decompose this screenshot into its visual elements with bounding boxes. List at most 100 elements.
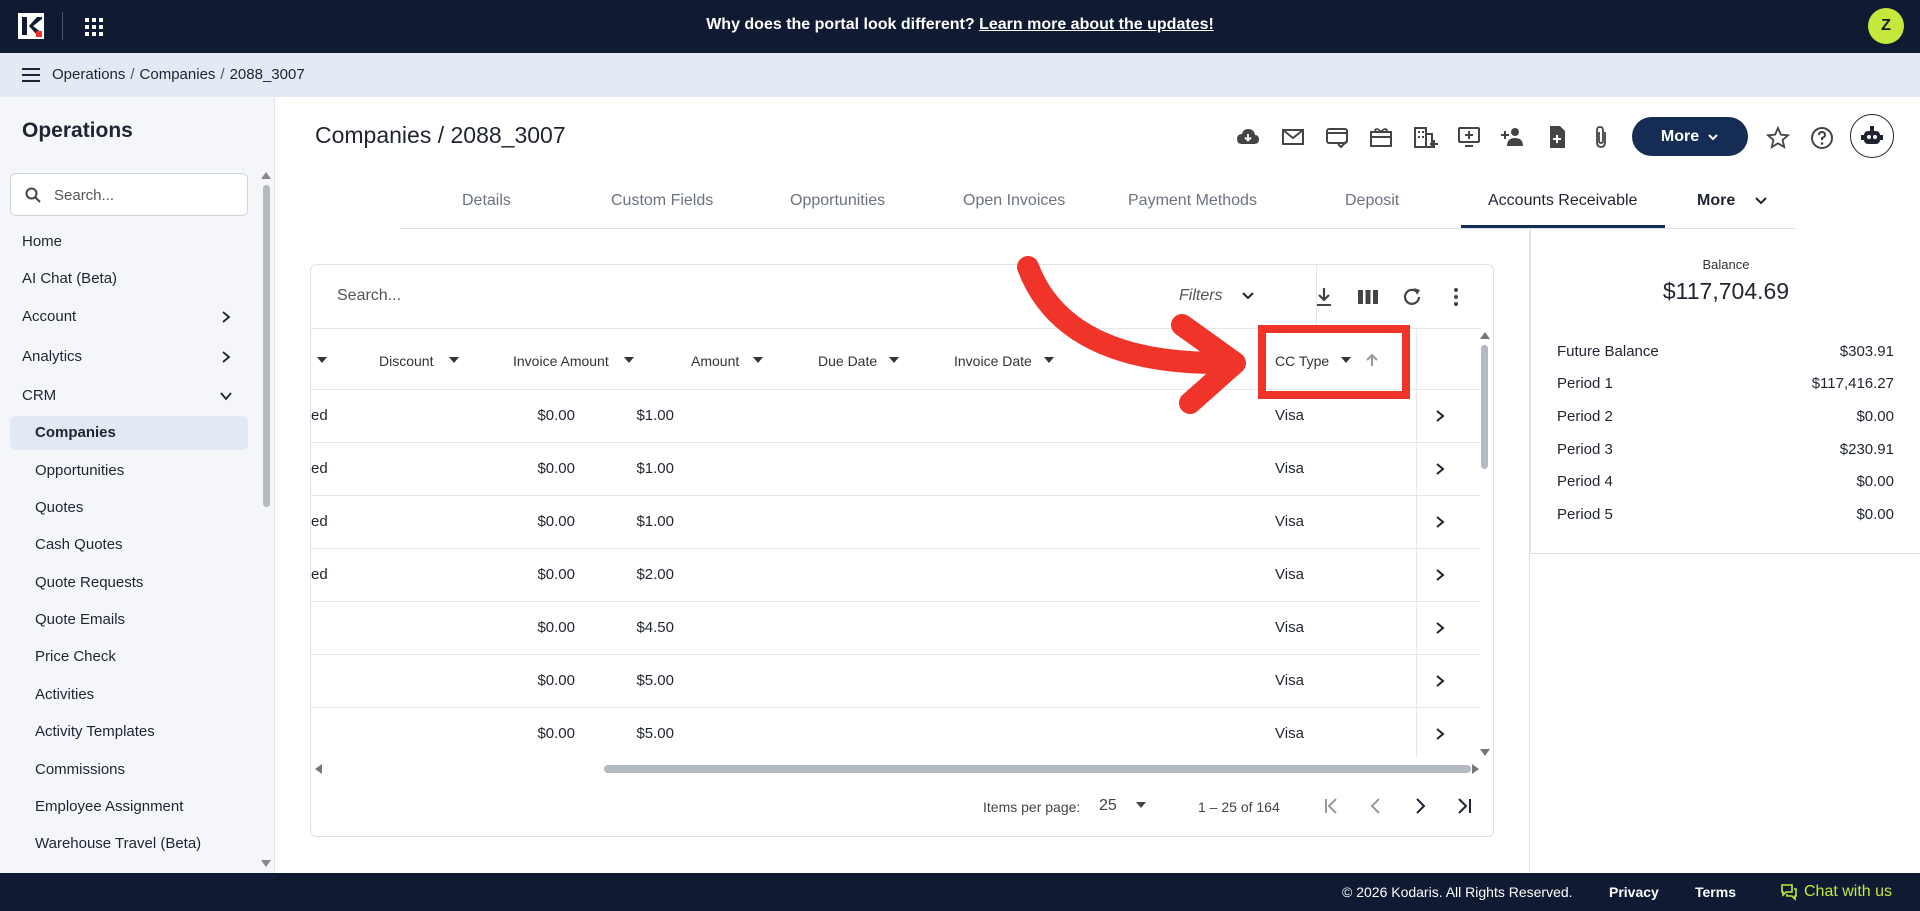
sidebar-item-analytics[interactable]: Analytics <box>22 348 82 365</box>
refresh-icon[interactable] <box>1400 285 1424 309</box>
chevron-right-icon[interactable] <box>1434 409 1446 423</box>
chevron-right-icon[interactable] <box>220 351 232 363</box>
sidebar-item-warehouse-travel[interactable]: Warehouse Travel (Beta) <box>35 835 201 852</box>
chevron-right-icon[interactable] <box>1434 621 1446 635</box>
chevron-down-icon[interactable] <box>220 390 232 402</box>
chevron-right-icon[interactable] <box>1434 515 1446 529</box>
sidebar-item-quote-emails[interactable]: Quote Emails <box>35 611 125 628</box>
chat-with-us-button[interactable]: Chat with us <box>1780 883 1892 901</box>
terms-link[interactable]: Terms <box>1695 884 1736 900</box>
sidebar-item-home[interactable]: Home <box>22 233 62 250</box>
sidebar-item-employee-assignment[interactable]: Employee Assignment <box>35 798 183 815</box>
add-person-icon[interactable] <box>1500 124 1526 150</box>
next-page-icon[interactable] <box>1409 795 1431 817</box>
sidebar-scroll-up-icon[interactable] <box>261 172 271 179</box>
sidebar-item-opportunities[interactable]: Opportunities <box>35 462 124 479</box>
help-icon[interactable] <box>1809 125 1835 151</box>
sidebar-item-activities[interactable]: Activities <box>35 686 94 703</box>
scroll-down-icon[interactable] <box>1480 749 1490 756</box>
scroll-up-icon[interactable] <box>1480 332 1490 339</box>
tab-more[interactable]: More <box>1697 192 1768 210</box>
tabs-bar: Details Custom Fields Opportunities Open… <box>400 187 1795 229</box>
sidebar-item-account[interactable]: Account <box>22 308 76 325</box>
balance-label: Balance <box>1702 257 1750 272</box>
sidebar-item-activity-templates[interactable]: Activity Templates <box>35 723 155 740</box>
star-icon[interactable] <box>1765 125 1791 151</box>
column-header-discount[interactable]: Discount <box>379 353 433 369</box>
breadcrumb-companies[interactable]: Companies <box>140 66 216 83</box>
sort-dropdown-icon[interactable] <box>449 357 459 363</box>
sidebar-scrollbar[interactable] <box>263 185 270 507</box>
table-row[interactable]: $0.00 $5.00 Visa <box>311 655 1481 708</box>
download-icon[interactable] <box>1312 285 1336 309</box>
sort-dropdown-icon[interactable] <box>889 357 899 363</box>
tab-open-invoices[interactable]: Open Invoices <box>963 192 1065 210</box>
table-row[interactable]: $0.00 $5.00 Visa <box>311 708 1481 761</box>
tab-custom-fields[interactable]: Custom Fields <box>611 192 713 210</box>
banner-link[interactable]: Learn more about the updates! <box>979 16 1214 33</box>
column-header-due-date[interactable]: Due Date <box>818 353 877 369</box>
table-row[interactable]: ed $0.00 $2.00 Visa <box>311 549 1481 602</box>
chevron-right-icon[interactable] <box>1434 727 1446 741</box>
attachment-icon[interactable] <box>1588 124 1614 150</box>
tab-opportunities[interactable]: Opportunities <box>790 192 885 210</box>
sidebar-item-price-check[interactable]: Price Check <box>35 648 116 665</box>
user-avatar[interactable]: Z <box>1868 8 1904 44</box>
amount-cell: $1.00 <box>636 513 674 530</box>
sidebar-item-ai-chat[interactable]: AI Chat (Beta) <box>22 270 117 287</box>
tab-details[interactable]: Details <box>462 192 511 210</box>
chevron-right-icon[interactable] <box>1434 674 1446 688</box>
chevron-right-icon[interactable] <box>1434 568 1446 582</box>
amount-cell: $5.00 <box>636 725 674 742</box>
more-vertical-icon[interactable] <box>1444 285 1468 309</box>
table-horizontal-scrollbar[interactable] <box>604 765 1471 773</box>
breadcrumb-operations[interactable]: Operations <box>52 66 125 83</box>
sidebar-scroll-down-icon[interactable] <box>261 860 271 867</box>
card-check-icon[interactable] <box>1324 124 1350 150</box>
scroll-right-icon[interactable] <box>1472 764 1479 774</box>
sidebar-item-commissions[interactable]: Commissions <box>35 761 125 778</box>
column-header-invoice-amount[interactable]: Invoice Amount <box>513 353 609 369</box>
sidebar-item-companies[interactable]: Companies <box>35 424 116 441</box>
table-row[interactable]: ed $0.00 $1.00 Visa <box>311 443 1481 496</box>
sidebar-item-cash-quotes[interactable]: Cash Quotes <box>35 536 123 553</box>
table-row[interactable]: ed $0.00 $1.00 Visa <box>311 496 1481 549</box>
cloud-download-icon[interactable] <box>1235 124 1261 150</box>
building-add-icon[interactable] <box>1412 124 1438 150</box>
ai-assistant-button[interactable] <box>1850 114 1894 158</box>
sidebar-item-quotes[interactable]: Quotes <box>35 499 83 516</box>
privacy-link[interactable]: Privacy <box>1609 884 1659 900</box>
chevron-right-icon[interactable] <box>220 311 232 323</box>
sort-dropdown-icon[interactable] <box>753 357 763 363</box>
mail-icon[interactable] <box>1280 124 1306 150</box>
sort-dropdown-icon[interactable] <box>624 357 634 363</box>
sort-dropdown-icon[interactable] <box>317 357 327 363</box>
hamburger-menu-icon[interactable] <box>22 67 40 83</box>
table-search-input[interactable]: Search... <box>337 287 401 305</box>
tab-accounts-receivable[interactable]: Accounts Receivable <box>1488 192 1637 210</box>
gift-card-icon[interactable] <box>1368 124 1394 150</box>
column-header-amount[interactable]: Amount <box>691 353 739 369</box>
items-per-page-select[interactable]: 25 <box>1099 797 1147 815</box>
balance-row-value: $0.00 <box>1856 506 1894 523</box>
add-to-screen-icon[interactable] <box>1456 124 1482 150</box>
sidebar-search-input[interactable]: Search... <box>10 173 248 216</box>
sidebar-item-quote-requests[interactable]: Quote Requests <box>35 574 143 591</box>
previous-page-icon[interactable] <box>1365 795 1387 817</box>
columns-icon[interactable] <box>1356 285 1380 309</box>
sidebar-search-placeholder: Search... <box>54 187 115 204</box>
last-page-icon[interactable] <box>1453 795 1475 817</box>
tab-payment-methods[interactable]: Payment Methods <box>1128 192 1257 210</box>
table-vertical-scrollbar[interactable] <box>1481 345 1488 469</box>
scroll-left-icon[interactable] <box>315 764 322 774</box>
tab-more-label: More <box>1697 192 1736 209</box>
first-page-icon[interactable] <box>1321 795 1343 817</box>
invoice-amount-cell: $0.00 <box>537 725 575 742</box>
chevron-right-icon[interactable] <box>1434 462 1446 476</box>
add-document-icon[interactable] <box>1544 124 1570 150</box>
chat-label: Chat with us <box>1804 883 1893 900</box>
tab-deposit[interactable]: Deposit <box>1345 192 1399 210</box>
more-button[interactable]: More <box>1632 117 1748 156</box>
sidebar-item-crm[interactable]: CRM <box>22 387 56 404</box>
table-row[interactable]: $0.00 $4.50 Visa <box>311 602 1481 655</box>
